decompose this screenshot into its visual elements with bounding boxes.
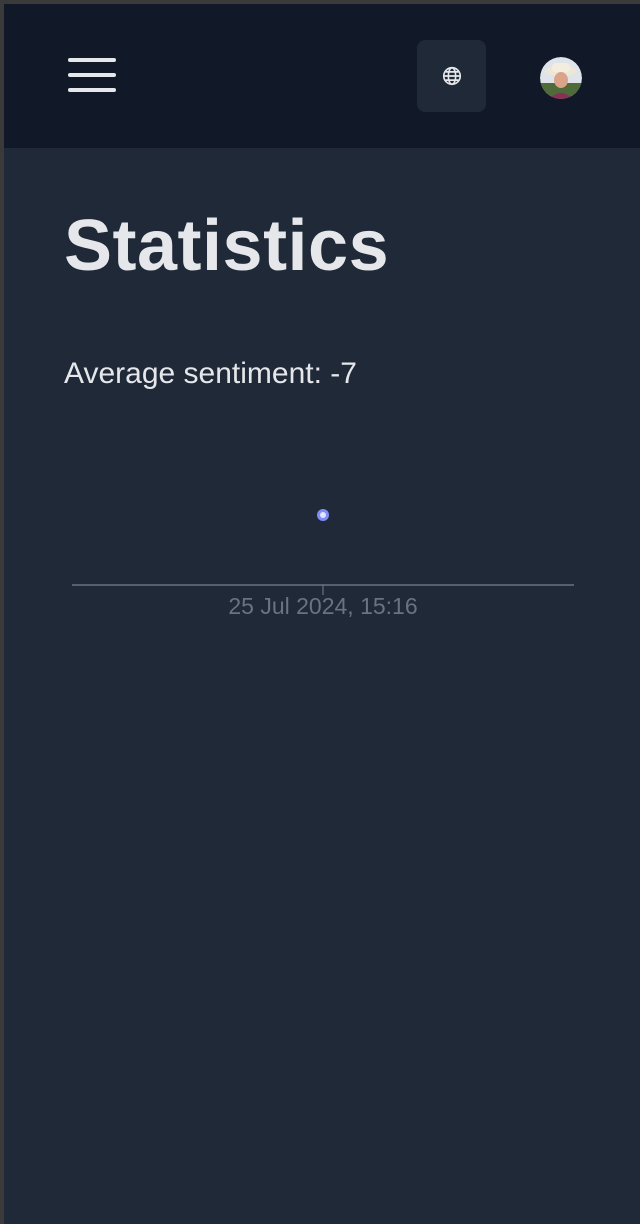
hamburger-menu-icon-bar-top — [68, 58, 116, 62]
globe-icon — [442, 66, 461, 86]
chart-marks: 25 Jul 2024, 15:16 — [228, 509, 418, 619]
sentiment-chart: 25 Jul 2024, 15:16 — [72, 509, 574, 619]
hamburger-menu-icon-bar-middle — [68, 73, 116, 77]
average-sentiment-value: -7 — [330, 357, 357, 390]
avatar-image — [540, 57, 582, 99]
hamburger-menu-button[interactable] — [68, 58, 118, 98]
x-tick-label: 25 Jul 2024, 15:16 — [228, 593, 417, 619]
average-sentiment-label: Average sentiment: — [64, 357, 322, 390]
top-bar — [4, 4, 640, 148]
app-frame: Statistics Average sentiment: -7 25 Jul … — [4, 4, 640, 1224]
hamburger-menu-icon-bar-bottom — [68, 88, 116, 92]
page-title: Statistics — [64, 206, 390, 286]
average-sentiment: Average sentiment: -7 — [64, 356, 357, 392]
user-avatar[interactable] — [540, 57, 582, 99]
data-point-center — [320, 512, 326, 518]
language-button[interactable] — [417, 40, 486, 112]
